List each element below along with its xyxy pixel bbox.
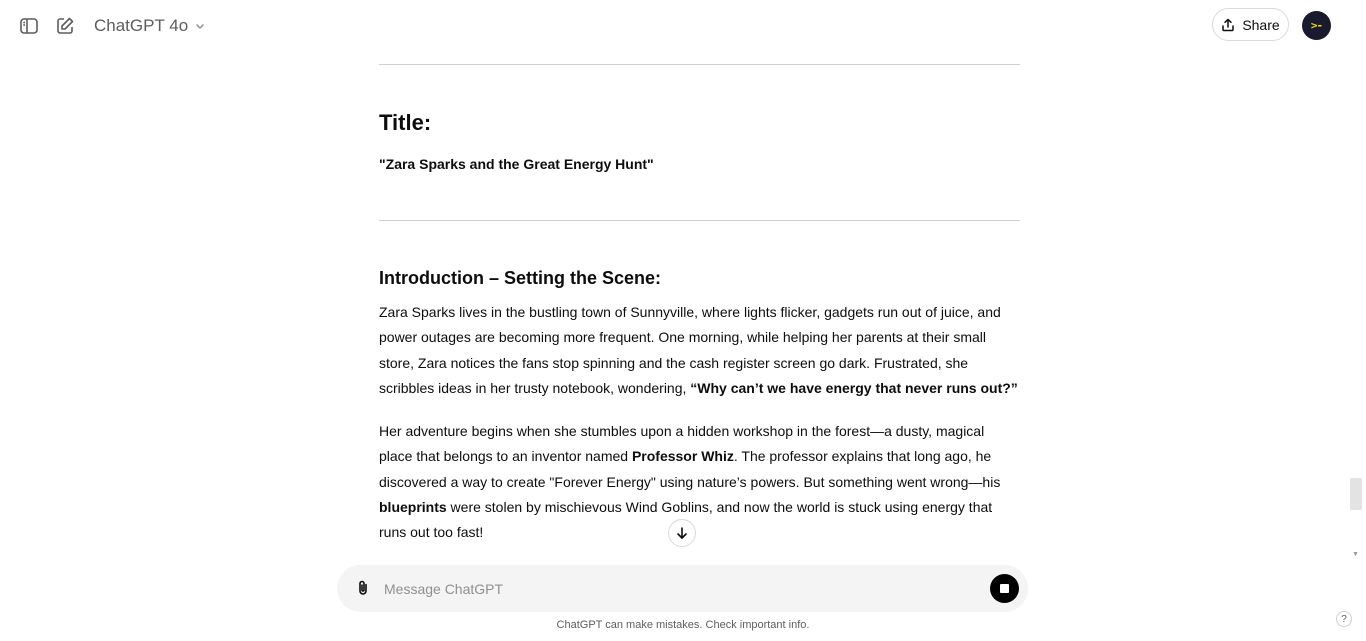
chevron-down-icon — [196, 23, 205, 30]
chat-page: ChatGPT 4o Share >- Title: "Zara Sparks … — [0, 0, 1366, 641]
title-heading: Title: — [379, 110, 432, 135]
share-button[interactable]: Share — [1212, 8, 1289, 41]
scrollbar-thumb[interactable] — [1350, 478, 1362, 510]
paragraph-bold: blueprints — [379, 498, 447, 515]
stop-generating-button[interactable] — [990, 574, 1019, 603]
model-name: ChatGPT 4o — [94, 16, 189, 35]
stop-icon — [1000, 584, 1009, 593]
help-label: ? — [1341, 613, 1347, 625]
divider — [379, 220, 1020, 221]
paperclip-icon — [359, 580, 367, 595]
help-button[interactable]: ? — [1336, 611, 1352, 627]
disclaimer: ChatGPT can make mistakes. Check importa… — [556, 619, 810, 631]
new-chat-icon[interactable] — [53, 14, 77, 38]
message-input[interactable] — [384, 575, 974, 602]
model-selector[interactable]: ChatGPT 4o — [88, 13, 212, 39]
adventure-paragraph: Her adventure begins when she stumbles u… — [379, 419, 1020, 545]
paragraph-bold: Professor Whiz — [631, 448, 734, 465]
avatar[interactable]: >- — [1302, 11, 1331, 40]
share-label: Share — [1242, 16, 1280, 33]
attach-button[interactable] — [353, 578, 373, 598]
intro-paragraph: Zara Sparks lives in the bustling town o… — [379, 300, 1020, 401]
story-title: "Zara Sparks and the Great Energy Hunt" — [379, 156, 654, 172]
intro-heading: Introduction – Setting the Scene: — [379, 268, 662, 288]
scroll-down-arrow-icon[interactable]: ▼ — [1352, 551, 1359, 558]
message-composer — [337, 565, 1028, 612]
scroll-to-bottom-button[interactable] — [668, 519, 696, 547]
top-bar: ChatGPT 4o Share >- — [0, 0, 1366, 52]
share-icon — [1222, 18, 1235, 31]
arrow-down-icon — [677, 527, 687, 539]
sidebar-toggle-icon[interactable] — [17, 14, 41, 38]
avatar-text: >- — [1310, 19, 1323, 32]
divider — [379, 64, 1020, 65]
paragraph-bold: “Why can’t we have energy that never run… — [690, 379, 1018, 396]
